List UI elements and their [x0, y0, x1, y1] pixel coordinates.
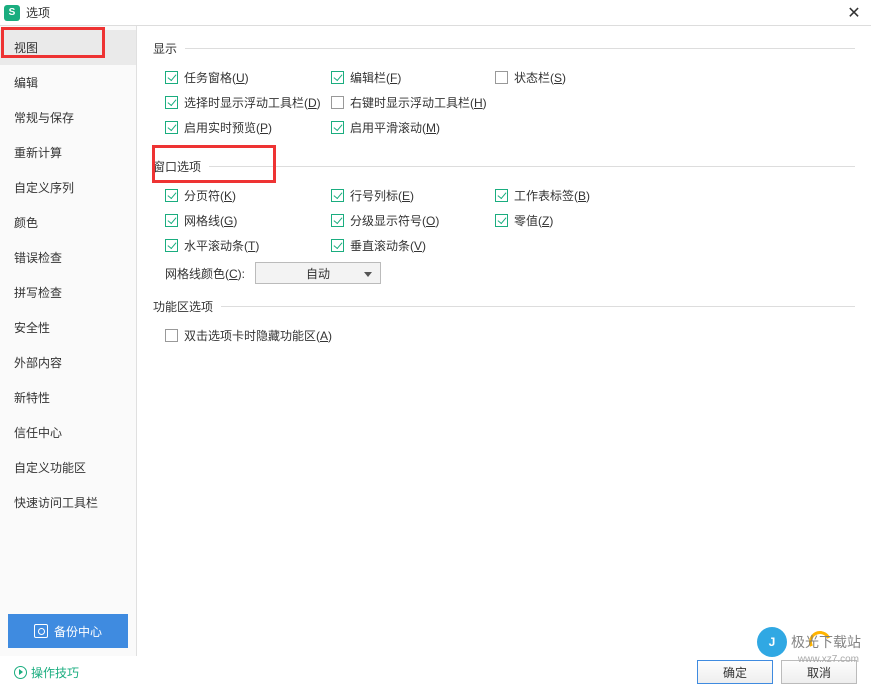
label-zerovalue[interactable]: 零值(Z): [514, 212, 553, 229]
ok-button[interactable]: 确定: [697, 660, 773, 684]
label-sheettabs[interactable]: 工作表标签(B): [514, 187, 590, 204]
sidebar-item-view[interactable]: 视图: [0, 30, 136, 65]
checkbox-formulabar[interactable]: [331, 71, 344, 84]
sidebar-item-quickaccess[interactable]: 快速访问工具栏: [0, 485, 136, 520]
section-window-title: 窗口选项: [153, 158, 201, 175]
checkbox-statusbar[interactable]: [495, 71, 508, 84]
checkbox-taskpane[interactable]: [165, 71, 178, 84]
label-rowheaders[interactable]: 行号列标(E): [350, 187, 414, 204]
app-icon: S: [4, 5, 20, 21]
sidebar-item-customribbon[interactable]: 自定义功能区: [0, 450, 136, 485]
label-smoothscroll[interactable]: 启用平滑滚动(M): [350, 119, 440, 136]
label-floattoolbar-rclick[interactable]: 右键时显示浮动工具栏(H): [350, 94, 487, 111]
label-statusbar[interactable]: 状态栏(S): [514, 69, 566, 86]
section-display-title: 显示: [153, 40, 177, 57]
sidebar-item-newfeature[interactable]: 新特性: [0, 380, 136, 415]
checkbox-floattoolbar-select[interactable]: [165, 96, 178, 109]
content-panel: 显示 任务窗格(U) 编辑栏(F) 状态栏(S) 选择时显示浮动工具栏(D) 右…: [137, 26, 871, 656]
tips-link[interactable]: 操作技巧: [14, 664, 79, 681]
checkbox-smoothscroll[interactable]: [331, 121, 344, 134]
sidebar: 视图 编辑 常规与保存 重新计算 自定义序列 颜色 错误检查 拼写检查 安全性 …: [0, 26, 137, 656]
sidebar-item-external[interactable]: 外部内容: [0, 345, 136, 380]
gridcolor-dropdown[interactable]: 自动: [255, 262, 381, 284]
backup-label: 备份中心: [54, 623, 102, 640]
window-title: 选项: [26, 4, 841, 21]
watermark-sub: www.xz7.com: [798, 654, 859, 665]
sidebar-item-security[interactable]: 安全性: [0, 310, 136, 345]
checkbox-zerovalue[interactable]: [495, 214, 508, 227]
footer: 操作技巧 确定 取消: [0, 657, 871, 687]
label-vscroll[interactable]: 垂直滚动条(V): [350, 237, 426, 254]
label-floattoolbar-select[interactable]: 选择时显示浮动工具栏(D): [184, 94, 321, 111]
checkbox-pagebreak[interactable]: [165, 189, 178, 202]
checkbox-outlinesymbols[interactable]: [331, 214, 344, 227]
label-formulabar[interactable]: 编辑栏(F): [350, 69, 401, 86]
checkbox-hscroll[interactable]: [165, 239, 178, 252]
close-button[interactable]: ✕: [841, 0, 867, 26]
titlebar: S 选项 ✕: [0, 0, 871, 26]
backup-center-button[interactable]: 备份中心: [8, 614, 128, 648]
gridcolor-label: 网格线颜色(C):: [165, 265, 245, 282]
sidebar-item-errorcheck[interactable]: 错误检查: [0, 240, 136, 275]
sidebar-item-trustcenter[interactable]: 信任中心: [0, 415, 136, 450]
sidebar-item-recalc[interactable]: 重新计算: [0, 135, 136, 170]
checkbox-vscroll[interactable]: [331, 239, 344, 252]
label-gridlines[interactable]: 网格线(G): [184, 212, 237, 229]
sidebar-item-color[interactable]: 颜色: [0, 205, 136, 240]
label-hscroll[interactable]: 水平滚动条(T): [184, 237, 259, 254]
sidebar-item-edit[interactable]: 编辑: [0, 65, 136, 100]
label-livepreview[interactable]: 启用实时预览(P): [184, 119, 272, 136]
checkbox-floattoolbar-rclick[interactable]: [331, 96, 344, 109]
checkbox-rowheaders[interactable]: [331, 189, 344, 202]
backup-icon: [34, 624, 48, 638]
checkbox-gridlines[interactable]: [165, 214, 178, 227]
play-icon: [14, 666, 27, 679]
sidebar-item-general[interactable]: 常规与保存: [0, 100, 136, 135]
checkbox-hideribbon[interactable]: [165, 329, 178, 342]
sidebar-item-customlist[interactable]: 自定义序列: [0, 170, 136, 205]
checkbox-livepreview[interactable]: [165, 121, 178, 134]
watermark: J 极光下载站: [757, 627, 861, 657]
label-outlinesymbols[interactable]: 分级显示符号(O): [350, 212, 439, 229]
section-ribbon-title: 功能区选项: [153, 298, 213, 315]
label-hideribbon[interactable]: 双击选项卡时隐藏功能区(A): [184, 327, 332, 344]
label-taskpane[interactable]: 任务窗格(U): [184, 69, 249, 86]
watermark-logo-icon: J: [757, 627, 787, 657]
sidebar-item-spellcheck[interactable]: 拼写检查: [0, 275, 136, 310]
checkbox-sheettabs[interactable]: [495, 189, 508, 202]
label-pagebreak[interactable]: 分页符(K): [184, 187, 236, 204]
